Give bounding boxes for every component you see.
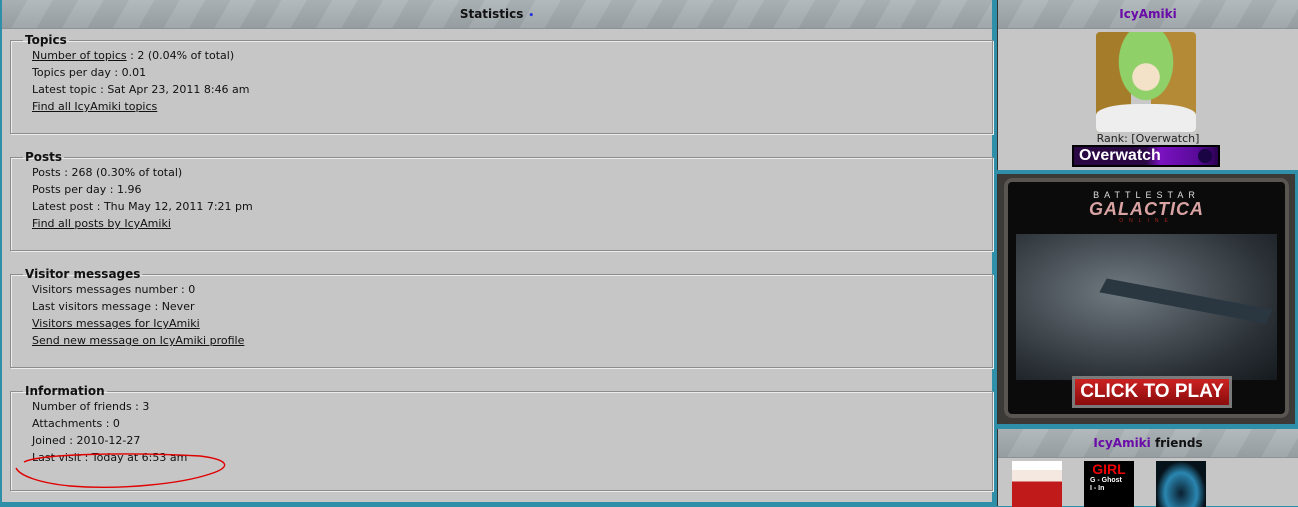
advertisement-banner[interactable]: BATTLESTAR GALACTICA ONLINE CLICK TO PLA… bbox=[997, 174, 1295, 424]
ad-space-scene bbox=[1016, 234, 1277, 380]
friends-suffix: friends bbox=[1150, 436, 1203, 450]
ad-logo-line3: ONLINE bbox=[1119, 218, 1174, 224]
topics-per-day: Topics per day : 0.01 bbox=[32, 66, 147, 79]
information-legend: Information bbox=[25, 384, 105, 398]
friend-avatar-2[interactable]: GIRL G - Ghost I - In bbox=[1084, 461, 1134, 507]
send-message-link[interactable]: Send new message on IcyAmiki profile bbox=[32, 334, 244, 347]
friends-header: IcyAmiki friends bbox=[998, 429, 1298, 458]
statistics-title: Statistics bbox=[459, 7, 524, 21]
attachments: Attachments : 0 bbox=[32, 417, 120, 430]
joined-date: Joined : 2010-12-27 bbox=[32, 434, 141, 447]
latest-topic: Latest topic : Sat Apr 23, 2011 8:46 am bbox=[32, 83, 250, 96]
rank-badge-label: Overwatch bbox=[1079, 147, 1161, 164]
visitor-messages-section: Visitor messages Visitors messages numbe… bbox=[10, 267, 993, 368]
latest-post: Latest post : Thu May 12, 2011 7:21 pm bbox=[32, 200, 253, 213]
visitor-messages-number: Visitors messages number : 0 bbox=[32, 283, 196, 296]
friends-panel: IcyAmiki friends GIRL G - Ghost I - In bbox=[997, 429, 1298, 507]
rank-badge: Overwatch bbox=[1072, 145, 1220, 167]
statistics-panel: Statistics • Topics Number of topics : 2 … bbox=[2, 0, 993, 502]
friend-avatar-3[interactable] bbox=[1156, 461, 1206, 507]
dot-icon: • bbox=[528, 11, 535, 21]
friends-username: IcyAmiki bbox=[1093, 436, 1151, 450]
friend-2-title: GIRL bbox=[1092, 461, 1126, 477]
click-to-play-button[interactable]: CLICK TO PLAY bbox=[1072, 376, 1232, 408]
last-visitor-message: Last visitors message : Never bbox=[32, 300, 195, 313]
topics-section: Topics Number of topics : 2 (0.04% of to… bbox=[10, 33, 993, 134]
posts-per-day: Posts per day : 1.96 bbox=[32, 183, 142, 196]
information-section: Information Number of friends : 3 Attach… bbox=[10, 384, 993, 491]
orb-icon bbox=[1198, 149, 1212, 163]
profile-panel: IcyAmiki Rank: [Overwatch] Overwatch bbox=[997, 0, 1298, 170]
find-all-posts-link[interactable]: Find all posts by IcyAmiki bbox=[32, 217, 171, 230]
number-of-topics-value: : 2 (0.04% of total) bbox=[126, 49, 235, 62]
visitor-messages-legend: Visitor messages bbox=[25, 267, 141, 281]
visitor-messages-link[interactable]: Visitors messages for IcyAmiki bbox=[32, 317, 200, 330]
number-of-friends: Number of friends : 3 bbox=[32, 400, 150, 413]
friend-2-line: I - In bbox=[1090, 485, 1105, 492]
last-visit: Last visit : Today at 6:53 am bbox=[32, 451, 188, 464]
ship-image bbox=[1099, 278, 1273, 324]
ad-logo-line2: GALACTICA bbox=[1089, 199, 1204, 219]
number-of-topics-row: Number of topics : 2 (0.04% of total) bbox=[32, 47, 992, 64]
ad-logo: BATTLESTAR GALACTICA ONLINE bbox=[1004, 190, 1289, 224]
posts-section: Posts Posts : 268 (0.30% of total) Posts… bbox=[10, 150, 993, 251]
rank-text: Rank: [Overwatch] bbox=[1096, 132, 1200, 145]
friend-avatar-1[interactable] bbox=[1012, 461, 1062, 507]
number-of-topics-link[interactable]: Number of topics bbox=[32, 49, 127, 62]
posts-count: Posts : 268 (0.30% of total) bbox=[32, 166, 183, 179]
topics-legend: Topics bbox=[25, 33, 67, 47]
statistics-header: Statistics • bbox=[2, 0, 992, 29]
friend-2-line: G - Ghost bbox=[1090, 477, 1122, 484]
find-all-topics-link[interactable]: Find all IcyAmiki topics bbox=[32, 100, 157, 113]
ad-frame: BATTLESTAR GALACTICA ONLINE CLICK TO PLA… bbox=[1004, 178, 1289, 418]
user-avatar bbox=[1096, 32, 1196, 132]
profile-username: IcyAmiki bbox=[998, 0, 1298, 29]
posts-legend: Posts bbox=[25, 150, 63, 164]
